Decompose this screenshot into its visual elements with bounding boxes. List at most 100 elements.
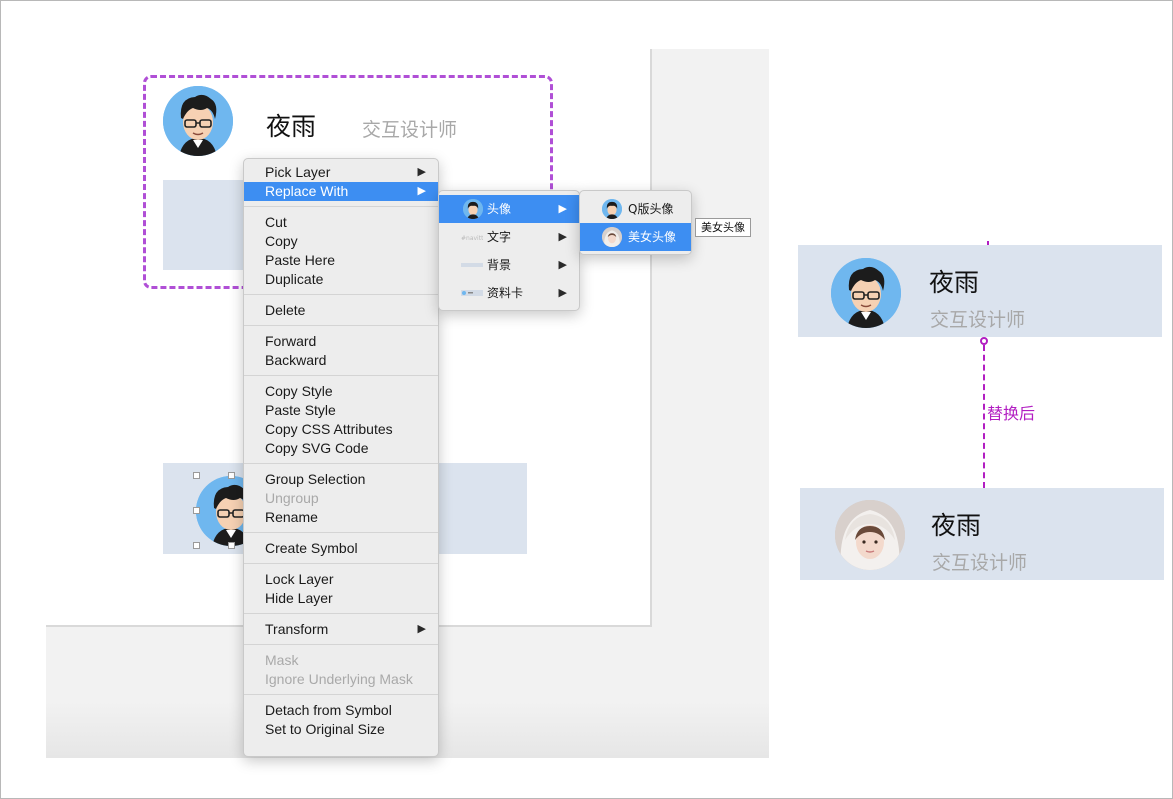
menu-item-duplicate[interactable]: Duplicate (244, 270, 438, 289)
submenu-item-avatar[interactable]: 头像 ▶ (439, 195, 579, 223)
menu-item-paste-here[interactable]: Paste Here (244, 251, 438, 270)
menu-item-ungroup: Ungroup (244, 489, 438, 508)
menu-separator (244, 563, 438, 564)
chevron-right-icon: ▶ (558, 259, 567, 271)
female-avatar-icon (835, 500, 905, 570)
submenu-item-background[interactable]: 背景 ▶ (439, 251, 579, 279)
menu-item-ignore-underlying-mask: Ignore Underlying Mask (244, 670, 438, 689)
menu-item-label: Replace With (265, 183, 349, 199)
menu-item-delete[interactable]: Delete (244, 301, 438, 320)
menu-item-label: Copy (265, 233, 298, 249)
svg-text:#navitt: #navitt (461, 235, 483, 242)
menu-item-label: Transform (265, 621, 329, 637)
menu-item-label: Pick Layer (265, 164, 331, 180)
chevron-right-icon: ▶ (558, 287, 567, 299)
submenu-item-label: 文字 (487, 230, 512, 244)
menu-item-label: Group Selection (265, 471, 366, 487)
cartoon-avatar-icon (602, 199, 622, 219)
profile-card-symbol-icon (461, 290, 483, 296)
connector-line (983, 345, 985, 488)
menu-item-label: Duplicate (265, 271, 324, 287)
menu-item-copy-svg-code[interactable]: Copy SVG Code (244, 439, 438, 458)
resize-handle[interactable] (193, 507, 200, 514)
menu-item-label: Backward (265, 352, 327, 368)
background-symbol-icon (461, 263, 483, 267)
profile-name: 夜雨 (266, 112, 317, 141)
tooltip: 美女头像 (695, 218, 751, 237)
menu-separator (244, 463, 438, 464)
menu-item-forward[interactable]: Forward (244, 332, 438, 351)
menu-item-transform[interactable]: Transform ▶ (244, 620, 438, 639)
chevron-right-icon: ▶ (417, 166, 426, 178)
menu-item-label: Create Symbol (265, 540, 358, 556)
menu-item-label: Lock Layer (265, 571, 334, 587)
menu-item-label: Paste Here (265, 252, 336, 268)
cartoon-avatar-icon (163, 86, 233, 156)
menu-separator (244, 532, 438, 533)
menu-item-label: Mask (265, 652, 299, 668)
menu-item-label: Ungroup (265, 490, 319, 506)
menu-item-label: Detach from Symbol (265, 702, 392, 718)
menu-separator (244, 325, 438, 326)
profile-role: 交互设计师 (362, 119, 458, 141)
menu-item-label: Paste Style (265, 402, 336, 418)
menu-separator (244, 694, 438, 695)
menu-item-label: Copy Style (265, 383, 333, 399)
menu-item-copy-style[interactable]: Copy Style (244, 382, 438, 401)
chevron-right-icon: ▶ (558, 231, 567, 243)
female-avatar-image (835, 500, 905, 570)
after-replace-label: 替换后 (987, 400, 1036, 424)
menu-item-label: Set to Original Size (265, 721, 385, 737)
card-name: 夜雨 (929, 268, 980, 297)
menu-item-replace-with[interactable]: Replace With ▶ (244, 182, 438, 201)
resize-handle[interactable] (228, 472, 235, 479)
chevron-right-icon: ▶ (417, 623, 426, 635)
resize-handle[interactable] (193, 542, 200, 549)
menu-item-paste-style[interactable]: Paste Style (244, 401, 438, 420)
menu-item-rename[interactable]: Rename (244, 508, 438, 527)
submenu-item-female-avatar[interactable]: 美女头像 (580, 223, 691, 251)
menu-item-create-symbol[interactable]: Create Symbol (244, 539, 438, 558)
menu-item-label: Cut (265, 214, 287, 230)
menu-item-backward[interactable]: Backward (244, 351, 438, 370)
card-role: 交互设计师 (930, 309, 1026, 331)
context-menu: Pick Layer ▶ Replace With ▶ Cut Copy Paste Her… (243, 158, 439, 757)
menu-item-copy-css-attributes[interactable]: Copy CSS Attributes (244, 420, 438, 439)
cartoon-avatar-icon (831, 258, 901, 328)
submenu-item-label: 头像 (487, 202, 512, 216)
connector-dot (980, 337, 988, 345)
menu-item-label: Hide Layer (265, 590, 333, 606)
submenu-item-profile-card[interactable]: 资料卡 ▶ (439, 279, 579, 307)
submenu-item-cartoon-avatar[interactable]: Q版头像 (580, 195, 691, 223)
replace-with-submenu: 头像 ▶ #navitt 文字 ▶ 背景 ▶ 资料卡 ▶ (438, 190, 580, 311)
cartoon-avatar-image[interactable] (163, 86, 233, 156)
menu-item-label: Forward (265, 333, 317, 349)
menu-item-label: Rename (265, 509, 318, 525)
before-card: 夜雨 交互设计师 (798, 245, 1162, 337)
female-avatar-icon (602, 227, 622, 247)
menu-item-mask: Mask (244, 651, 438, 670)
submenu-item-label: 美女头像 (628, 230, 677, 244)
menu-separator (244, 375, 438, 376)
chevron-right-icon: ▶ (417, 185, 426, 197)
menu-item-pick-layer[interactable]: Pick Layer ▶ (244, 163, 438, 182)
menu-item-detach-from-symbol[interactable]: Detach from Symbol (244, 701, 438, 720)
after-card: 夜雨 交互设计师 (800, 488, 1164, 580)
submenu-item-label: 资料卡 (487, 286, 524, 300)
menu-item-hide-layer[interactable]: Hide Layer (244, 589, 438, 608)
chevron-right-icon: ▶ (558, 203, 567, 215)
menu-separator (244, 644, 438, 645)
menu-item-copy[interactable]: Copy (244, 232, 438, 251)
resize-handle[interactable] (228, 542, 235, 549)
submenu-item-label: Q版头像 (628, 202, 674, 216)
submenu-item-text[interactable]: #navitt 文字 ▶ (439, 223, 579, 251)
menu-item-group-selection[interactable]: Group Selection (244, 470, 438, 489)
menu-item-lock-layer[interactable]: Lock Layer (244, 570, 438, 589)
menu-item-label: Delete (265, 302, 306, 318)
menu-item-cut[interactable]: Cut (244, 213, 438, 232)
resize-handle[interactable] (193, 472, 200, 479)
avatar-submenu: Q版头像 美女头像 (579, 190, 692, 255)
menu-item-label: Copy SVG Code (265, 440, 369, 456)
menu-item-set-to-original-size[interactable]: Set to Original Size (244, 720, 438, 739)
menu-separator (244, 294, 438, 295)
